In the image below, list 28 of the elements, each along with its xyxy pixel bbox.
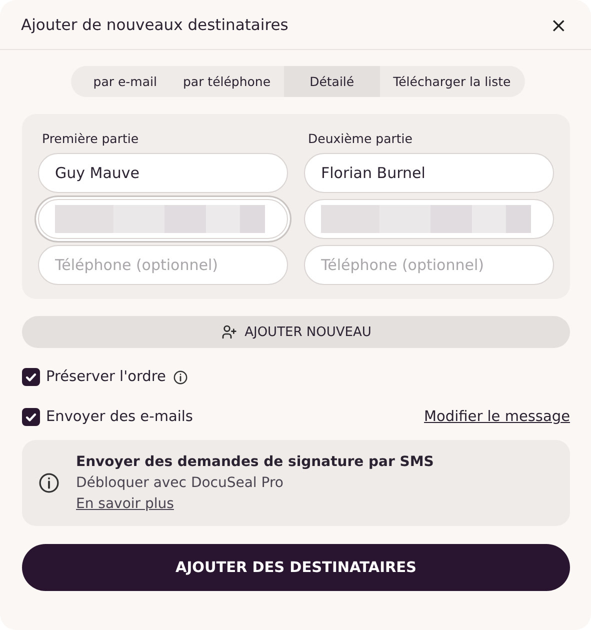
phone-field[interactable]: Téléphone (optionnel) [38, 245, 288, 285]
name-field[interactable]: Guy Mauve [38, 153, 288, 193]
user-plus-icon [220, 324, 237, 340]
notice-title: Envoyer des demandes de signature par SMS [76, 454, 434, 470]
checkbox[interactable] [22, 408, 40, 426]
redacted-text-icon [321, 205, 531, 233]
name-field[interactable]: Florian Burnel [304, 153, 554, 193]
redacted-text-icon [55, 205, 265, 233]
dialog-title: Ajouter de nouveaux destinataires [21, 16, 288, 34]
add-recipients-button[interactable]: AJOUTER DES DESTINATAIRES [22, 544, 570, 591]
option-label: Envoyer des e-mails [46, 409, 193, 425]
party-label: Deuxième partie [307, 131, 414, 146]
tab[interactable]: Télécharger la liste [380, 66, 525, 97]
tab[interactable]: Détailé [284, 66, 380, 97]
close-button[interactable]: × [546, 13, 571, 37]
option-label: Préserver l'ordre [46, 369, 166, 385]
phone-field[interactable]: Téléphone (optionnel) [304, 245, 554, 285]
edit-message-link[interactable]: Modifier le message [424, 409, 570, 425]
tab[interactable]: par e-mail [71, 66, 170, 97]
notice-text: Débloquer avec DocuSeal Pro [76, 475, 284, 491]
tab[interactable]: par téléphone [170, 66, 284, 97]
info-icon [38, 472, 60, 494]
checkbox[interactable] [22, 368, 40, 386]
learn-more-link[interactable]: En savoir plus [76, 496, 174, 512]
email-field[interactable] [304, 199, 554, 239]
party-label: Première partie [41, 131, 140, 146]
info-icon[interactable] [172, 370, 188, 384]
add-new-button[interactable]: AJOUTER NOUVEAU [22, 316, 570, 348]
